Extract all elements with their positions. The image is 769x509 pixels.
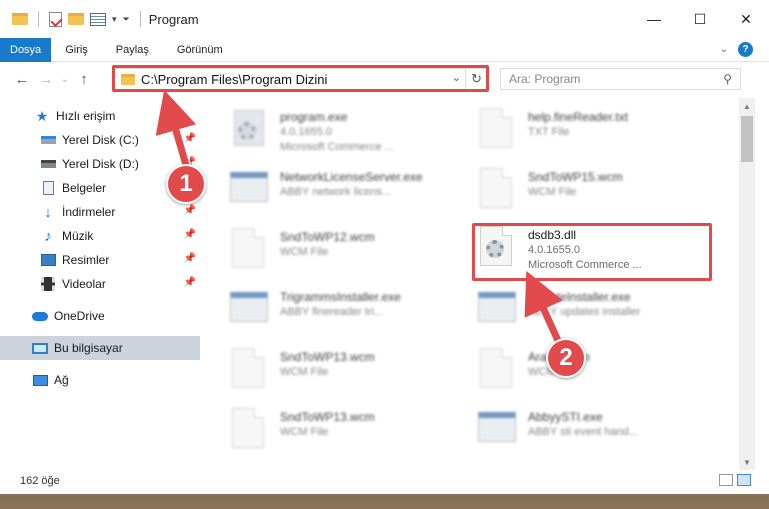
- step-1-callout: 1: [166, 164, 206, 204]
- arrow-1: [155, 89, 197, 173]
- arrow-2: [524, 270, 564, 347]
- step-2-callout: 2: [546, 338, 586, 378]
- annotation-arrows: [155, 89, 565, 350]
